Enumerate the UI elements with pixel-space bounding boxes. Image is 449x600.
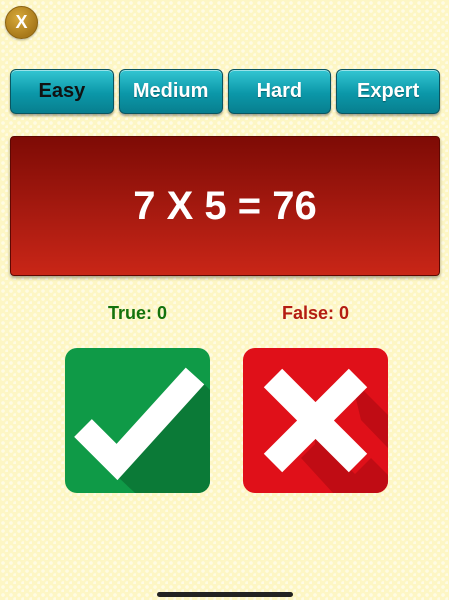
- level-easy-button[interactable]: Easy: [10, 69, 114, 114]
- close-button-label: X: [15, 12, 28, 32]
- true-answer-button[interactable]: [65, 348, 210, 493]
- checkmark-icon: [65, 348, 210, 493]
- true-score: True: 0: [107, 303, 168, 323]
- level-hard-button[interactable]: Hard: [227, 69, 332, 114]
- difficulty-selector: Easy Medium Hard Expert: [10, 69, 440, 114]
- close-button[interactable]: X: [5, 6, 38, 39]
- level-expert-label: Expert: [357, 80, 420, 102]
- question-text: 7 X 5 = 76: [133, 183, 317, 228]
- home-indicator: [157, 592, 293, 597]
- level-hard-label: Hard: [256, 80, 303, 102]
- level-medium-label: Medium: [132, 80, 209, 102]
- level-easy-label: Easy: [38, 80, 86, 102]
- false-answer-button[interactable]: [243, 348, 388, 493]
- question-panel: 7 X 5 = 76: [10, 136, 440, 276]
- false-score: False: 0: [281, 303, 350, 323]
- level-medium-button[interactable]: Medium: [118, 69, 223, 114]
- cross-icon: [243, 348, 388, 493]
- level-expert-button[interactable]: Expert: [336, 69, 440, 114]
